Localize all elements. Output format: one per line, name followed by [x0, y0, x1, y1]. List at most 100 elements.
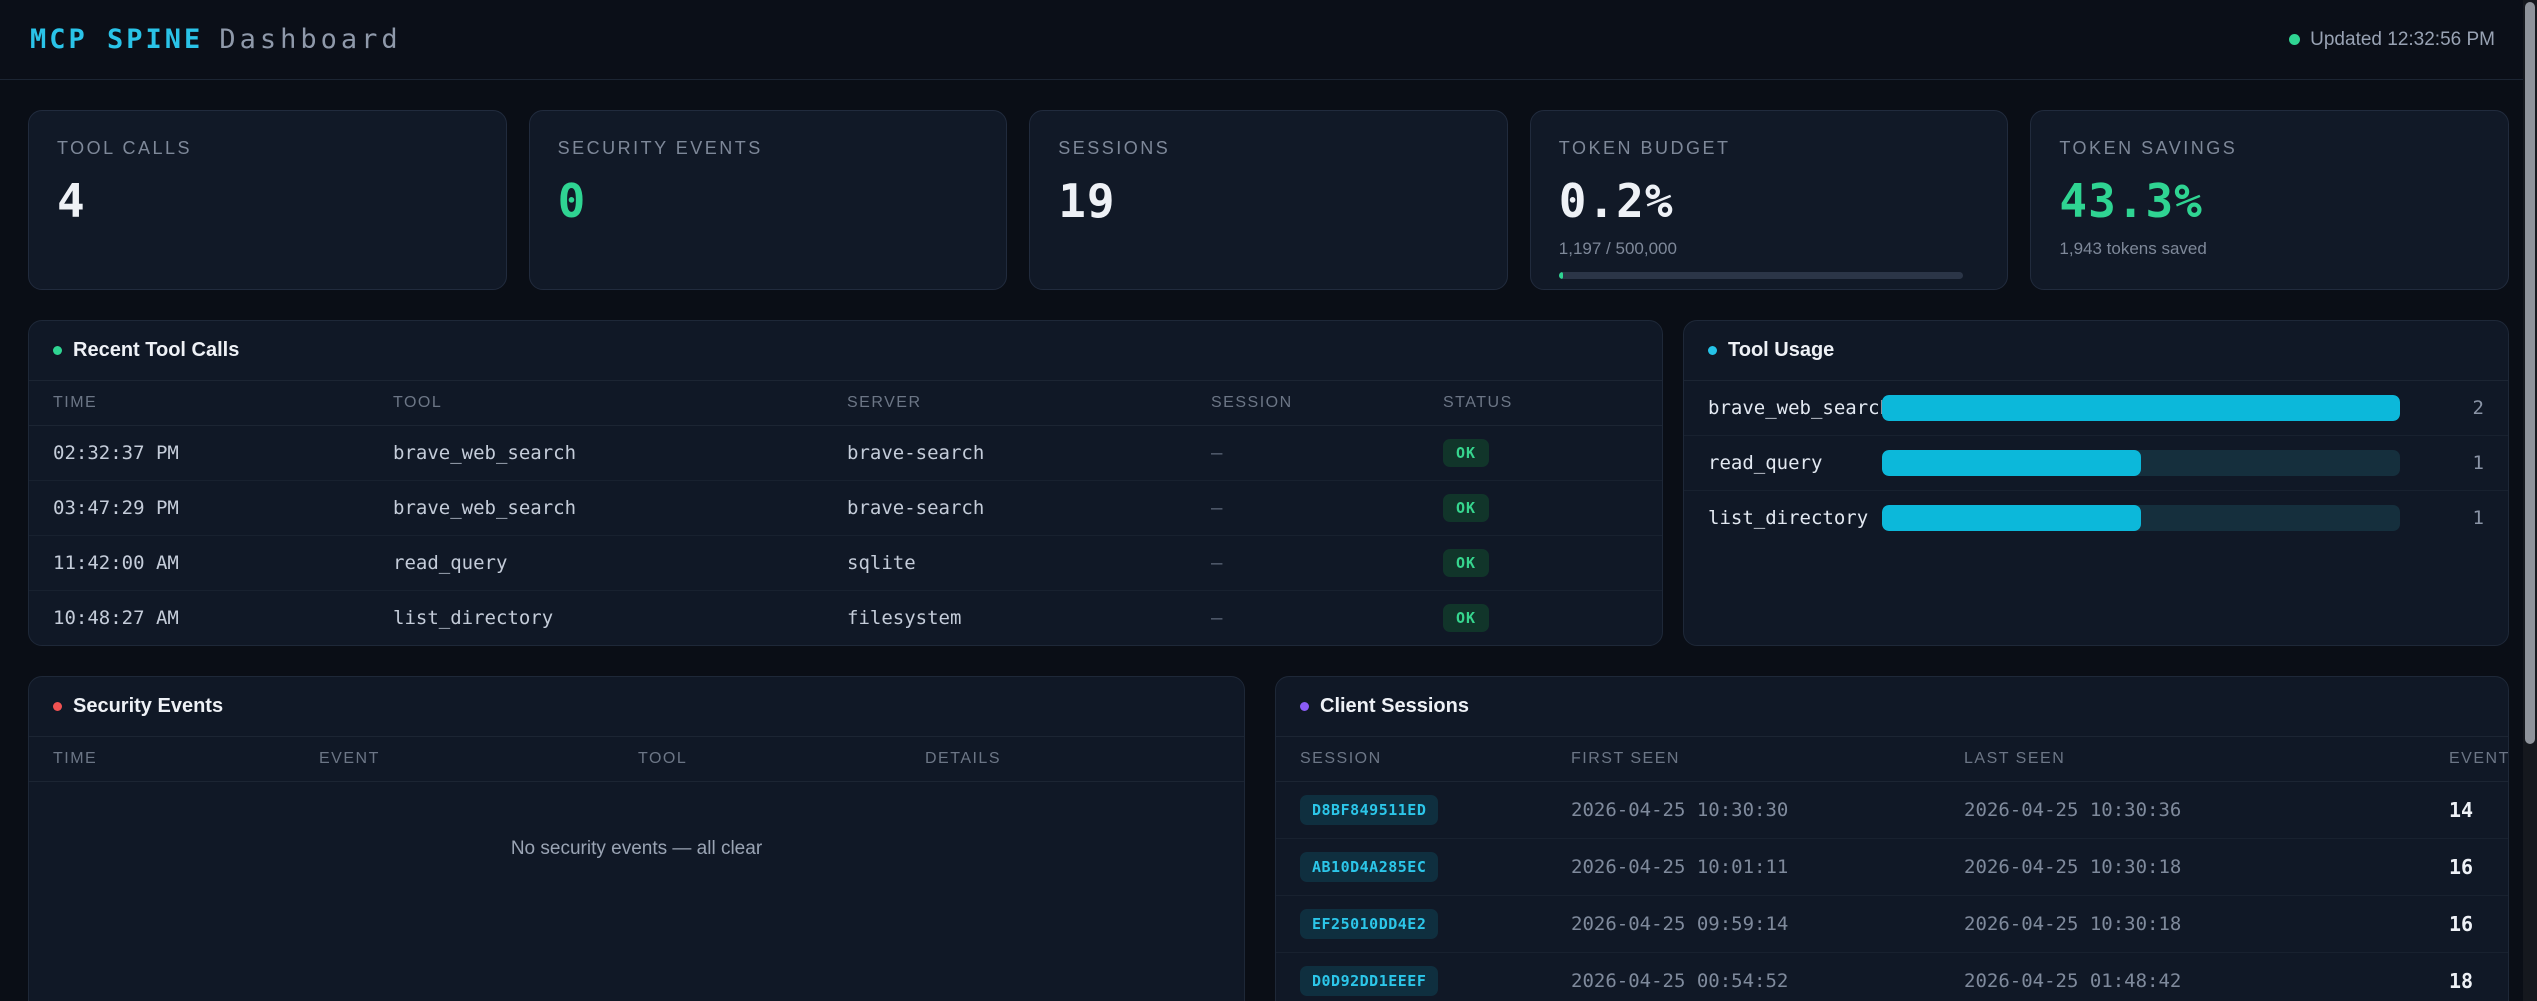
col-time: TIME — [53, 750, 319, 768]
stat-card-token-savings: TOKEN SAVINGS 43.3% 1,943 tokens saved — [2030, 110, 2509, 290]
stat-label: SECURITY EVENTS — [558, 138, 979, 159]
usage-count: 2 — [2414, 397, 2484, 419]
col-event: EVENT — [319, 750, 638, 768]
update-status: Updated 12:32:56 PM — [2289, 29, 2495, 51]
cell-tool: brave_web_search — [393, 497, 847, 519]
status-badge: OK — [1443, 439, 1489, 467]
col-events: EVENTS — [2449, 750, 2509, 768]
panel-dot-icon — [53, 702, 62, 711]
panel-title: Tool Usage — [1728, 339, 1834, 362]
cell-first-seen: 2026-04-25 10:01:11 — [1571, 856, 1964, 878]
token-budget-progress-fill — [1559, 272, 1563, 279]
stat-card-security-events: SECURITY EVENTS 0 — [529, 110, 1008, 290]
panel-title: Security Events — [73, 695, 223, 718]
cell-server: brave-search — [847, 497, 1211, 519]
col-first-seen: FIRST SEEN — [1571, 750, 1964, 768]
session-id-badge[interactable]: EF25010DD4E2 — [1300, 909, 1438, 939]
stat-card-token-budget: TOKEN BUDGET 0.2% 1,197 / 500,000 — [1530, 110, 2009, 290]
tool-usage-header: Tool Usage — [1684, 321, 2508, 381]
recent-tool-calls-panel: Recent Tool Calls TIME TOOL SERVER SESSI… — [28, 320, 1663, 646]
panel-dot-icon — [53, 346, 62, 355]
usage-row: brave_web_search 2 — [1684, 381, 2508, 436]
session-id-badge[interactable]: AB10D4A285EC — [1300, 852, 1438, 882]
vertical-scrollbar[interactable] — [2523, 0, 2537, 1001]
col-server: SERVER — [847, 394, 1211, 412]
table-row: 11:42:00 AM read_query sqlite — OK — [29, 536, 1662, 591]
stat-label: SESSIONS — [1058, 138, 1479, 159]
cell-last-seen: 2026-04-25 01:48:42 — [1964, 970, 2449, 992]
token-budget-progressbar — [1559, 272, 1963, 279]
stat-card-sessions: SESSIONS 19 — [1029, 110, 1508, 290]
middle-panels-row: Recent Tool Calls TIME TOOL SERVER SESSI… — [28, 320, 2509, 646]
security-events-header: Security Events — [29, 677, 1244, 737]
stat-label: TOKEN SAVINGS — [2059, 138, 2480, 159]
stat-value: 43.3% — [2059, 174, 2480, 228]
cell-last-seen: 2026-04-25 10:30:18 — [1964, 856, 2449, 878]
stat-label: TOKEN BUDGET — [1559, 138, 1980, 159]
cell-status: OK — [1443, 604, 1638, 632]
stat-value: 0.2% — [1559, 174, 1980, 228]
bottom-panels-row: Security Events TIME EVENT TOOL DETAILS … — [28, 676, 2509, 1001]
dashboard-body: TOOL CALLS 4 SECURITY EVENTS 0 SESSIONS … — [0, 80, 2537, 1001]
security-events-column-headers: TIME EVENT TOOL DETAILS — [29, 737, 1244, 782]
stat-value: 4 — [57, 174, 478, 228]
cell-first-seen: 2026-04-25 10:30:30 — [1571, 799, 1964, 821]
cell-status: OK — [1443, 549, 1638, 577]
cell-session: D8BF849511ED — [1300, 795, 1571, 825]
status-badge: OK — [1443, 604, 1489, 632]
col-last-seen: LAST SEEN — [1964, 750, 2449, 768]
brand-name: MCP SPINE — [30, 24, 203, 55]
cell-first-seen: 2026-04-25 00:54:52 — [1571, 970, 1964, 992]
cell-tool: brave_web_search — [393, 442, 847, 464]
usage-bar-fill — [1882, 505, 2141, 531]
token-budget-detail: 1,197 / 500,000 — [1559, 239, 1980, 259]
table-row: D8BF849511ED 2026-04-25 10:30:30 2026-04… — [1276, 782, 2508, 839]
cell-last-seen: 2026-04-25 10:30:18 — [1964, 913, 2449, 935]
stat-label: TOOL CALLS — [57, 138, 478, 159]
tool-usage-panel: Tool Usage brave_web_search 2 read_query… — [1683, 320, 2509, 646]
table-row: 02:32:37 PM brave_web_search brave-searc… — [29, 426, 1662, 481]
stat-card-tool-calls: TOOL CALLS 4 — [28, 110, 507, 290]
cell-status: OK — [1443, 494, 1638, 522]
security-events-panel: Security Events TIME EVENT TOOL DETAILS … — [28, 676, 1245, 1001]
col-session: SESSION — [1211, 394, 1443, 412]
page-title: Dashboard — [219, 24, 401, 55]
cell-status: OK — [1443, 439, 1638, 467]
stats-row: TOOL CALLS 4 SECURITY EVENTS 0 SESSIONS … — [28, 110, 2509, 290]
col-status: STATUS — [1443, 394, 1638, 412]
usage-bar-fill — [1882, 450, 2141, 476]
recent-tool-calls-header: Recent Tool Calls — [29, 321, 1662, 381]
session-id-badge[interactable]: D8BF849511ED — [1300, 795, 1438, 825]
table-row: 10:48:27 AM list_directory filesystem — … — [29, 591, 1662, 645]
scrollbar-thumb[interactable] — [2525, 2, 2535, 744]
usage-label: brave_web_search — [1708, 397, 1868, 419]
status-dot-icon — [2289, 34, 2300, 45]
app-header: MCP SPINE Dashboard Updated 12:32:56 PM — [0, 0, 2537, 80]
cell-time: 11:42:00 AM — [53, 552, 393, 574]
cell-session: AB10D4A285EC — [1300, 852, 1571, 882]
cell-session: — — [1211, 552, 1443, 574]
stat-value: 19 — [1058, 174, 1479, 228]
session-id-badge[interactable]: D0D92DD1EEEF — [1300, 966, 1438, 996]
usage-bar — [1882, 450, 2400, 476]
usage-row: list_directory 1 — [1684, 491, 2508, 545]
client-sessions-column-headers: SESSION FIRST SEEN LAST SEEN EVENTS — [1276, 737, 2508, 782]
cell-events: 14 — [2449, 798, 2484, 822]
col-session: SESSION — [1300, 750, 1571, 768]
cell-session: EF25010DD4E2 — [1300, 909, 1571, 939]
cell-server: filesystem — [847, 607, 1211, 629]
cell-events: 16 — [2449, 855, 2484, 879]
updated-timestamp: Updated 12:32:56 PM — [2310, 29, 2495, 51]
panel-title: Client Sessions — [1320, 695, 1469, 718]
cell-time: 02:32:37 PM — [53, 442, 393, 464]
usage-label: list_directory — [1708, 507, 1868, 529]
cell-session: — — [1211, 497, 1443, 519]
table-row: 03:47:29 PM brave_web_search brave-searc… — [29, 481, 1662, 536]
usage-bar — [1882, 505, 2400, 531]
client-sessions-panel: Client Sessions SESSION FIRST SEEN LAST … — [1275, 676, 2509, 1001]
cell-session: — — [1211, 607, 1443, 629]
cell-events: 16 — [2449, 912, 2484, 936]
cell-time: 10:48:27 AM — [53, 607, 393, 629]
table-row: D0D92DD1EEEF 2026-04-25 00:54:52 2026-04… — [1276, 953, 2508, 1001]
empty-state-message: No security events — all clear — [29, 782, 1244, 916]
